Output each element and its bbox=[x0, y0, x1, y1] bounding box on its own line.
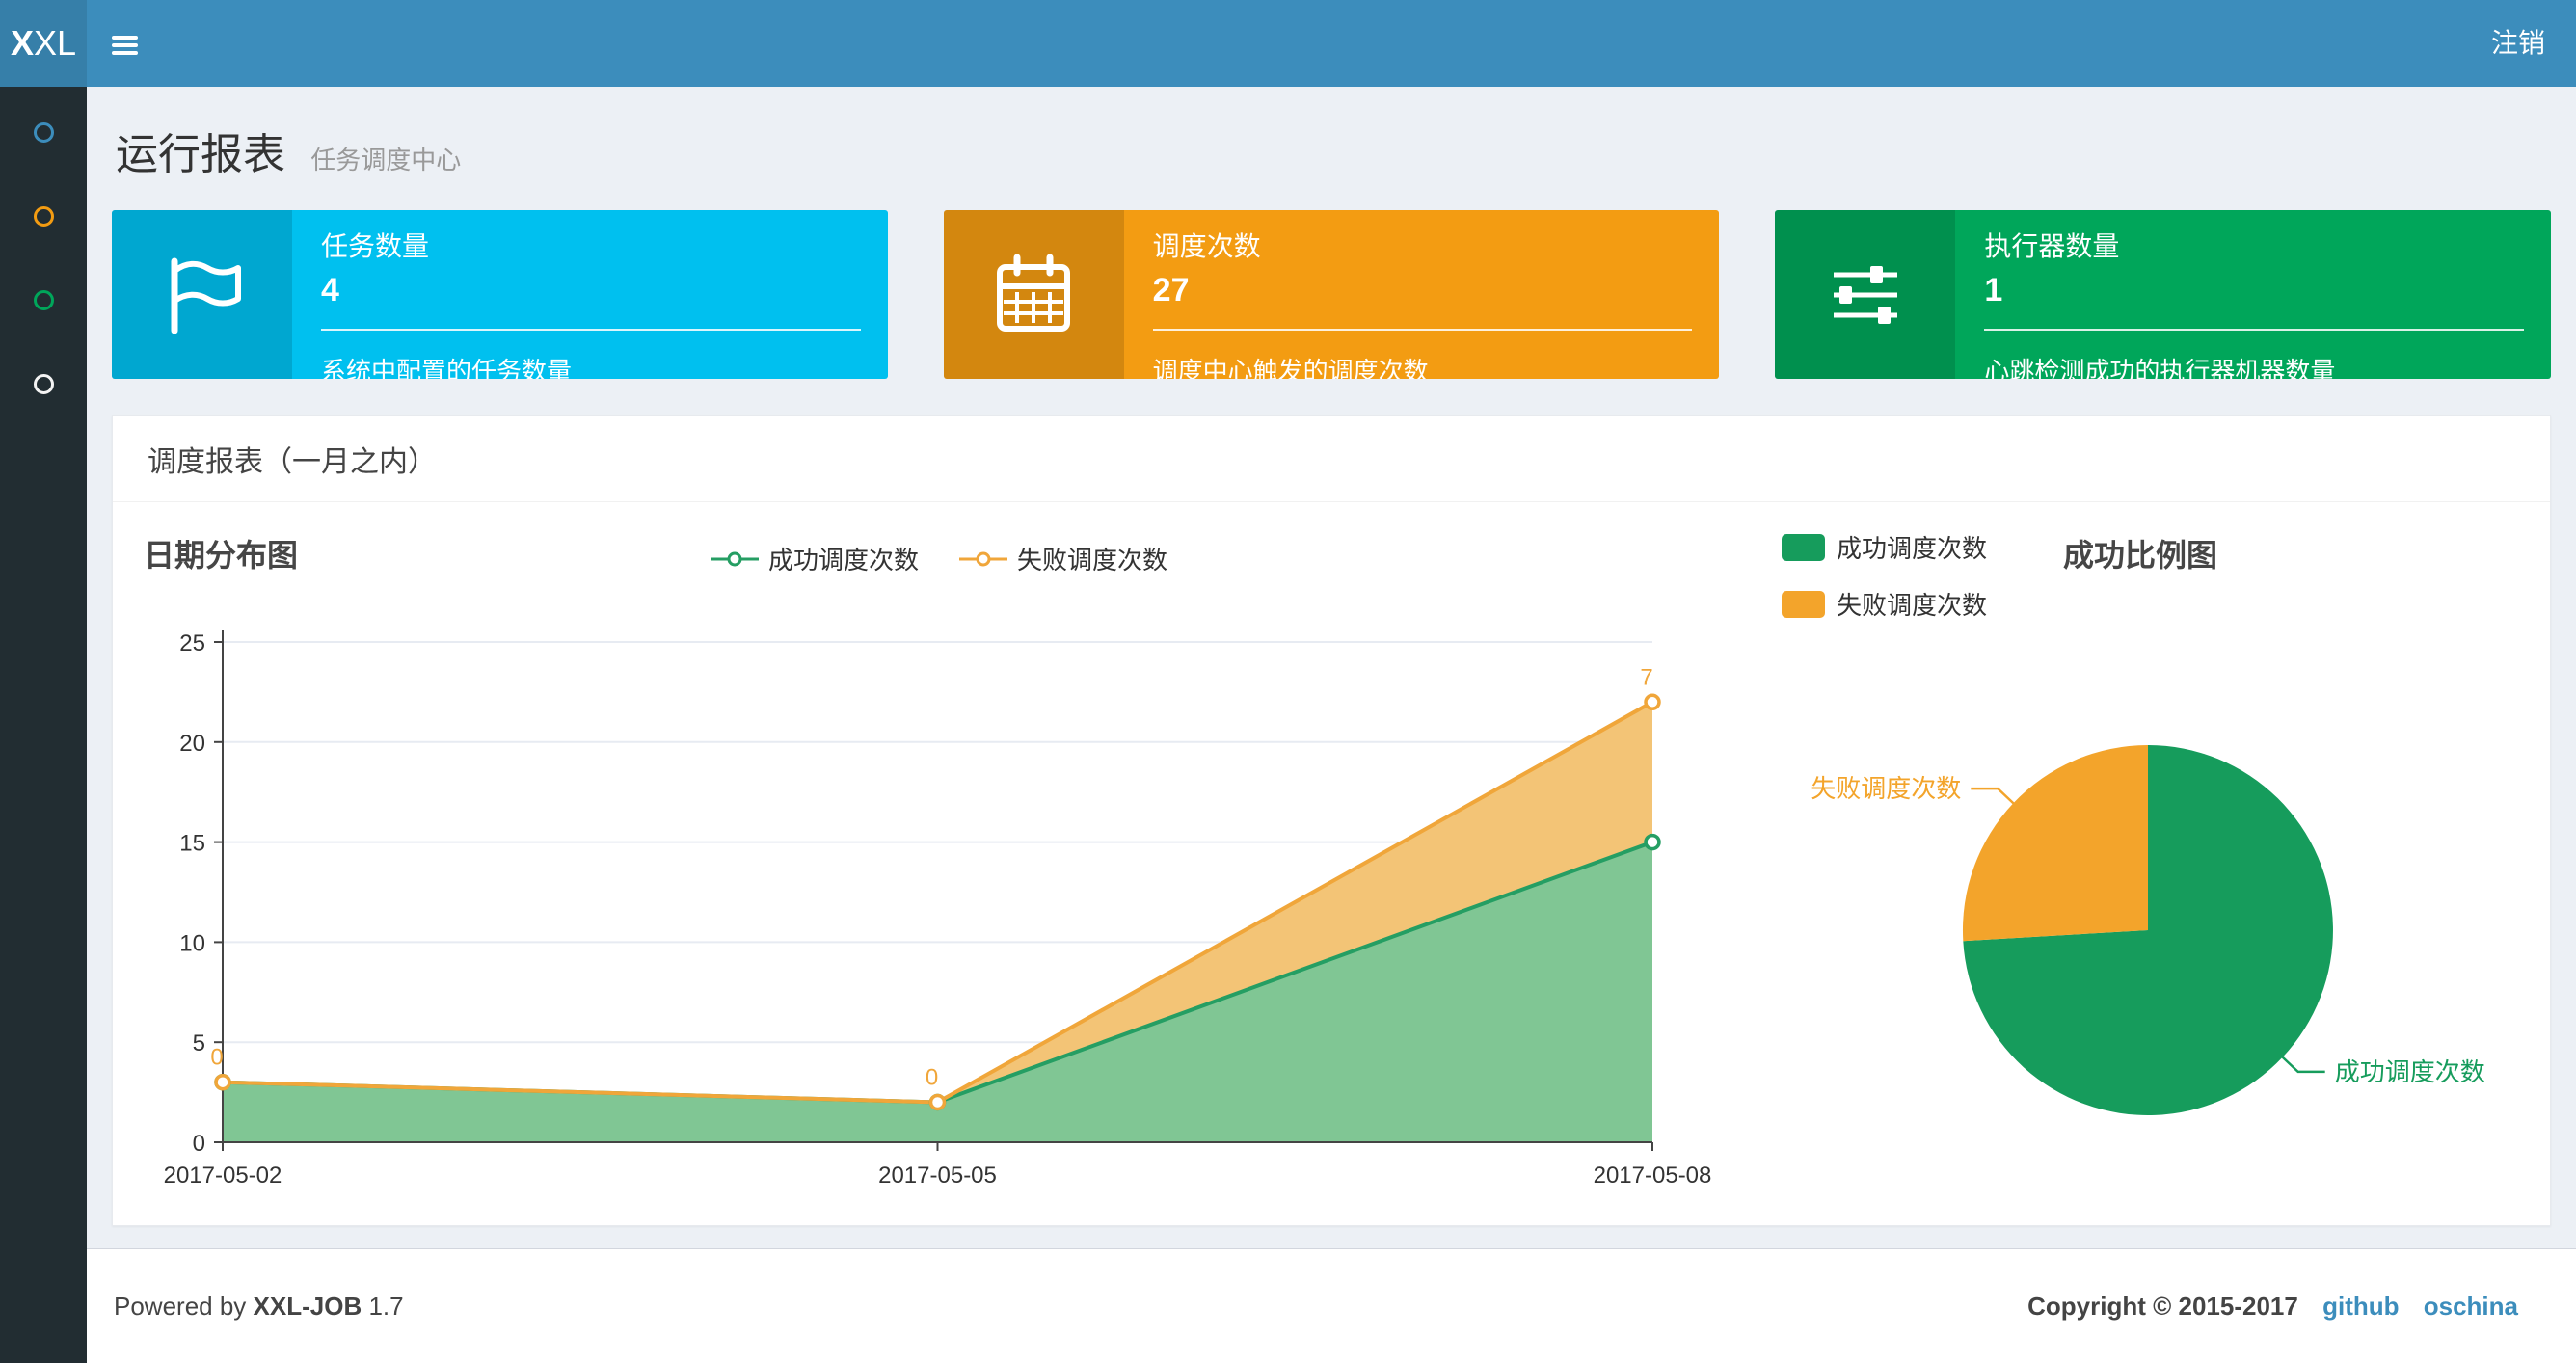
legend-item[interactable]: 失败调度次数 bbox=[959, 541, 1167, 576]
calendar-icon bbox=[997, 254, 1071, 332]
hamburger-icon bbox=[112, 36, 138, 40]
svg-text:失败调度次数: 失败调度次数 bbox=[1811, 774, 1961, 803]
report-panel: 调度报表（一月之内） 日期分布图 成功调度次数 失败调度次数 0 5 10 15 20 25… bbox=[112, 415, 2551, 1226]
legend-label: 失败调度次数 bbox=[1837, 591, 1988, 620]
legend-swatch-icon bbox=[1782, 533, 1825, 561]
sidebar-toggle-button[interactable] bbox=[87, 0, 162, 87]
legend-item[interactable]: 成功调度次数 bbox=[1782, 529, 1987, 565]
logout-link[interactable]: 注销 bbox=[2460, 0, 2576, 87]
svg-text:0: 0 bbox=[926, 1064, 938, 1090]
info-box-job-count: 任务数量 4 系统中配置的任务数量 bbox=[112, 210, 888, 379]
svg-text:7: 7 bbox=[1640, 664, 1652, 690]
info-box-executor-count: 执行器数量 1 心跳检测成功的执行器机器数量 bbox=[1775, 210, 2552, 379]
info-box-value: 27 bbox=[1152, 272, 1190, 308]
report-panel-title: 调度报表（一月之内） bbox=[113, 416, 2550, 502]
page-footer: Powered by XXL-JOB 1.7 Copyright © 2015-… bbox=[87, 1248, 2576, 1363]
info-box-trigger-count: 调度次数 27 调度中心触发的调度次数 bbox=[943, 210, 1720, 379]
content-header: 运行报表 任务调度中心 bbox=[87, 87, 2576, 181]
svg-text:5: 5 bbox=[193, 1030, 205, 1056]
legend-label: 成功调度次数 bbox=[1837, 534, 1988, 563]
github-link[interactable]: github bbox=[2322, 1292, 2399, 1321]
app-logo[interactable]: X XL bbox=[0, 0, 87, 87]
info-box-description: 调度中心触发的调度次数 bbox=[1152, 357, 1429, 379]
circle-outline-icon[interactable] bbox=[33, 374, 54, 394]
svg-text:0: 0 bbox=[193, 1131, 205, 1157]
divider bbox=[321, 329, 861, 331]
info-box-value: 4 bbox=[321, 272, 339, 308]
flag-icon bbox=[171, 257, 241, 334]
svg-text:2017-05-05: 2017-05-05 bbox=[878, 1163, 997, 1189]
copyright-text: Copyright © 2015-2017 github oschina bbox=[2027, 1291, 2518, 1321]
report-panel-body: 日期分布图 成功调度次数 失败调度次数 0 5 10 15 20 25 2017-05-02 2… bbox=[113, 502, 2550, 1225]
legend-item[interactable]: 成功调度次数 bbox=[711, 541, 919, 576]
legend-label: 成功调度次数 bbox=[768, 546, 920, 575]
line-chart-title: 日期分布图 bbox=[144, 538, 299, 573]
top-navbar: X XL 注销 bbox=[0, 0, 2576, 87]
pie-chart-title: 成功比例图 bbox=[2063, 538, 2218, 573]
success-ratio-pie-chart[interactable]: 成功调度次数 失败调度次数 bbox=[1810, 676, 2552, 1216]
legend-item[interactable]: 失败调度次数 bbox=[1782, 586, 1987, 622]
sidebar-menu bbox=[0, 87, 87, 1363]
svg-text:15: 15 bbox=[179, 831, 205, 857]
info-box-title: 执行器数量 bbox=[1984, 231, 2120, 261]
info-box-title: 任务数量 bbox=[321, 231, 430, 261]
circle-outline-icon[interactable] bbox=[33, 122, 54, 143]
page-subtitle: 任务调度中心 bbox=[310, 146, 462, 174]
divider bbox=[1984, 329, 2525, 331]
page-title: 运行报表 bbox=[116, 131, 285, 178]
svg-text:2017-05-08: 2017-05-08 bbox=[1594, 1163, 1712, 1189]
info-box-description: 系统中配置的任务数量 bbox=[321, 357, 573, 379]
info-box-value: 1 bbox=[1984, 272, 2003, 308]
summary-boxes: 任务数量 4 系统中配置的任务数量 调度次数 27 调度中心触发的调度次数 执行… bbox=[112, 210, 2552, 379]
circle-outline-icon[interactable] bbox=[33, 206, 54, 227]
line-chart-legend: 成功调度次数 失败调度次数 bbox=[711, 541, 1167, 576]
line-marker-icon bbox=[959, 551, 1008, 566]
brand-name: XXL-JOB bbox=[253, 1291, 362, 1321]
legend-swatch-icon bbox=[1782, 590, 1825, 618]
divider bbox=[1152, 329, 1693, 331]
sliders-icon bbox=[1833, 265, 1897, 324]
oschina-link[interactable]: oschina bbox=[2424, 1292, 2518, 1321]
svg-text:10: 10 bbox=[179, 930, 205, 956]
svg-text:2017-05-02: 2017-05-02 bbox=[164, 1163, 282, 1189]
main-content: 运行报表 任务调度中心 任务数量 4 系统中配置的任务数量 调度次数 27 调度… bbox=[87, 87, 2576, 1248]
pie-chart-legend: 成功调度次数 失败调度次数 bbox=[1782, 529, 1987, 622]
circle-outline-icon[interactable] bbox=[33, 290, 54, 310]
info-box-description: 心跳检测成功的执行器机器数量 bbox=[1984, 357, 2336, 379]
legend-label: 失败调度次数 bbox=[1017, 546, 1168, 575]
line-marker-icon bbox=[711, 551, 759, 566]
svg-text:成功调度次数: 成功调度次数 bbox=[2335, 1057, 2485, 1086]
svg-text:20: 20 bbox=[179, 731, 205, 757]
powered-by-text: Powered by XXL-JOB 1.7 bbox=[114, 1291, 404, 1321]
info-box-title: 调度次数 bbox=[1152, 231, 1261, 261]
date-distribution-chart[interactable]: 05101520252017-05-02 2017-05-05 2017-05-08… bbox=[113, 618, 1732, 1225]
svg-text:0: 0 bbox=[210, 1045, 223, 1071]
svg-text:25: 25 bbox=[179, 630, 205, 656]
